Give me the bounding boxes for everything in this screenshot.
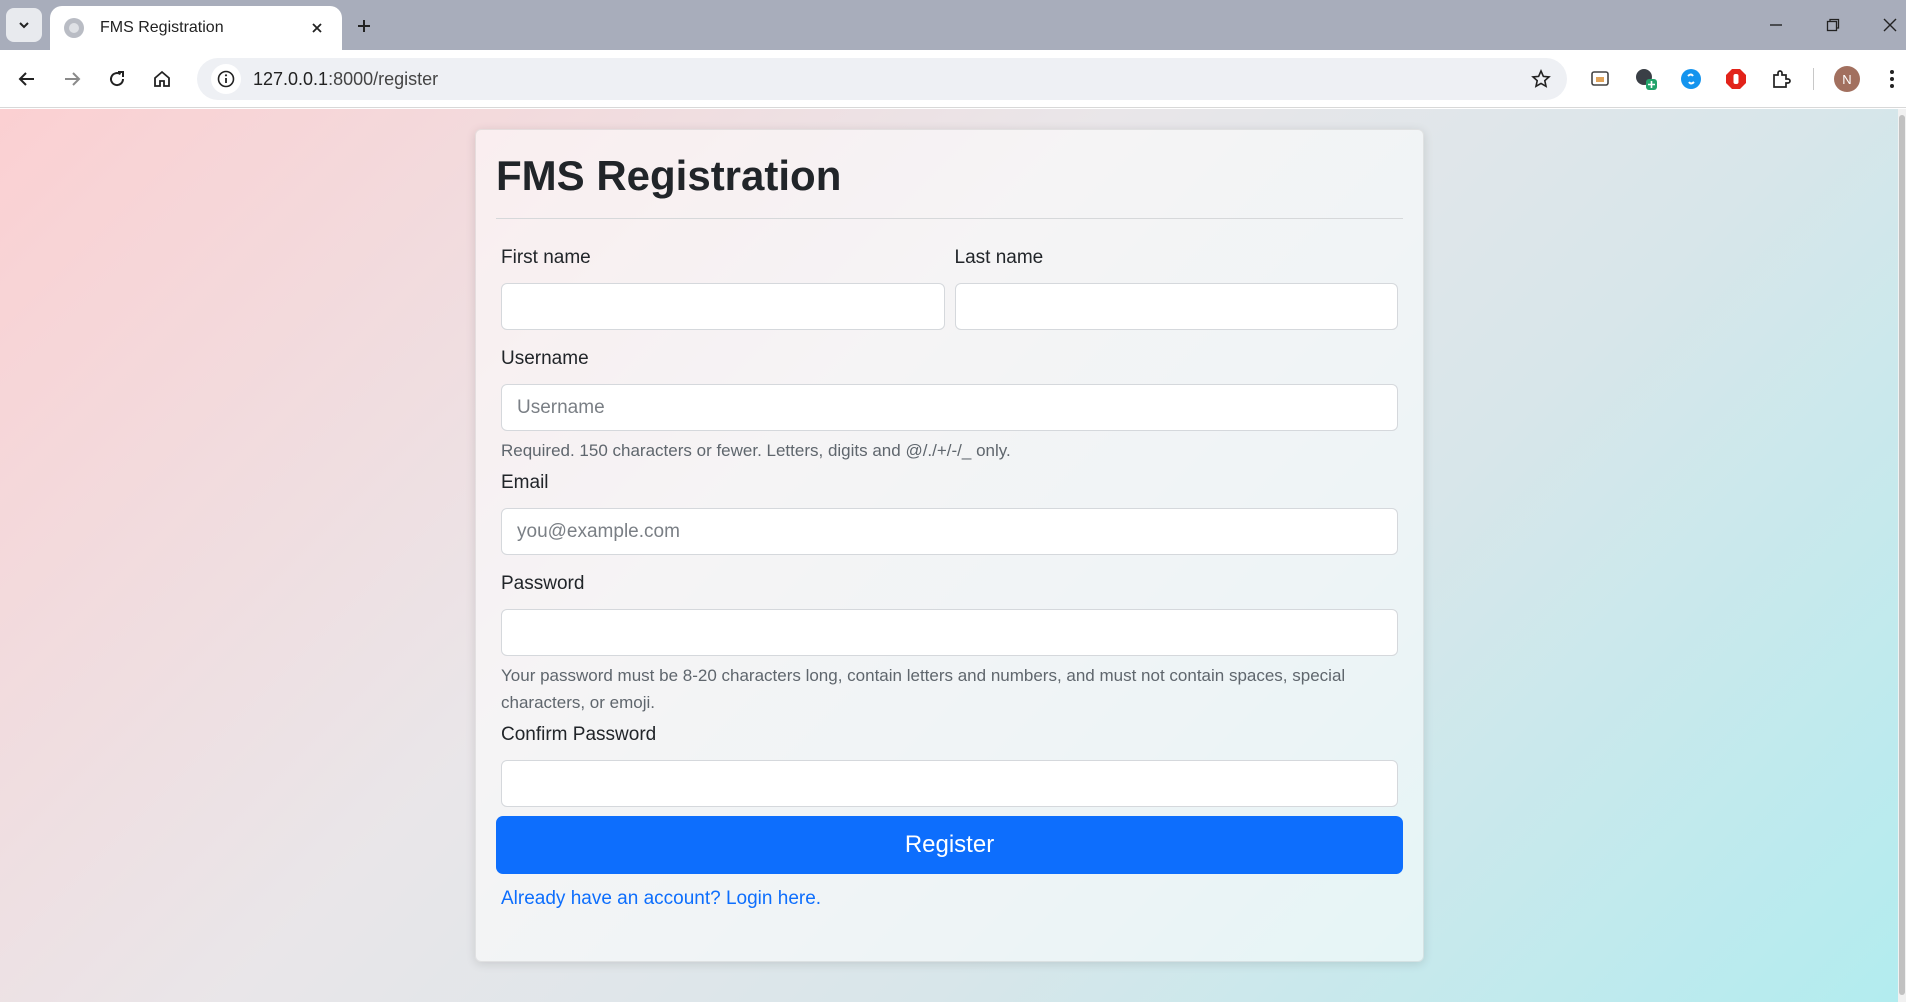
adblock-extension[interactable] — [1720, 63, 1752, 95]
login-link[interactable]: Already have an account? Login here. — [501, 888, 821, 909]
home-button[interactable] — [145, 62, 179, 96]
cast-extension[interactable] — [1584, 63, 1616, 95]
last-name-label: Last name — [954, 247, 1044, 268]
more-vertical-icon — [1890, 70, 1894, 88]
first-name-input[interactable] — [501, 283, 945, 330]
tab-title: FMS Registration — [100, 19, 224, 36]
page-title: FMS Registration — [496, 152, 842, 199]
confirm-password-input[interactable] — [501, 760, 1398, 807]
browser-toolbar: 127.0.0.1:8000/register N — [0, 50, 1906, 108]
reload-icon — [110, 71, 125, 87]
restore-button[interactable] — [1815, 10, 1851, 40]
forward-button[interactable] — [55, 62, 89, 96]
page-background: FMS Registration First name Last name Us… — [0, 109, 1906, 1002]
extensions-button[interactable] — [1765, 63, 1797, 95]
avatar: N — [1834, 66, 1860, 92]
globe-plus-icon — [1636, 69, 1657, 90]
window-close-button[interactable] — [1872, 10, 1906, 40]
site-info-button[interactable] — [211, 64, 241, 94]
back-button[interactable] — [10, 62, 44, 96]
shazam-icon — [1681, 69, 1701, 89]
first-name-label: First name — [501, 247, 591, 268]
username-label: Username — [501, 348, 589, 369]
puzzle-icon — [1773, 70, 1791, 88]
confirm-password-label: Confirm Password — [501, 724, 657, 745]
browser-tab-bar: FMS Registration — [0, 0, 1906, 50]
plus-icon — [358, 20, 370, 32]
info-icon — [217, 70, 235, 88]
password-label: Password — [501, 573, 585, 594]
email-input[interactable] — [501, 508, 1398, 555]
chevron-down-icon — [19, 22, 29, 29]
restore-icon — [1826, 18, 1840, 32]
profile-button[interactable]: N — [1831, 63, 1863, 95]
address-bar[interactable]: 127.0.0.1:8000/register — [197, 58, 1567, 100]
email-label: Email — [501, 472, 549, 493]
username-help-text: Required. 150 characters or fewer. Lette… — [501, 441, 1011, 460]
toolbar-separator — [1813, 68, 1814, 90]
stop-hand-icon — [1726, 69, 1746, 89]
browser-tab[interactable]: FMS Registration — [50, 6, 342, 50]
close-icon — [312, 23, 322, 33]
new-tab-button[interactable] — [350, 12, 378, 40]
home-icon — [154, 70, 170, 87]
network-extension[interactable] — [1630, 63, 1662, 95]
shazam-extension[interactable] — [1675, 63, 1707, 95]
last-name-input[interactable] — [954, 283, 1398, 330]
globe-icon — [64, 18, 84, 38]
url-host: 127.0.0.1 — [253, 68, 329, 89]
star-icon[interactable] — [1531, 69, 1551, 89]
url-text[interactable]: 127.0.0.1:8000/register — [253, 69, 1531, 90]
page-scrollbar[interactable] — [1898, 109, 1906, 1002]
registration-form: First name Last name Username Required. … — [496, 247, 1403, 910]
minimize-icon — [1770, 24, 1782, 26]
tab-search-button[interactable] — [6, 8, 42, 42]
browser-menu-button[interactable] — [1876, 63, 1906, 95]
password-help-text: Your password must be 8-20 characters lo… — [501, 666, 1346, 712]
registration-card: FMS Registration First name Last name Us… — [475, 129, 1424, 962]
arrow-right-icon — [65, 72, 81, 86]
reload-button[interactable] — [100, 62, 134, 96]
password-input[interactable] — [501, 609, 1398, 656]
minimize-button[interactable] — [1758, 10, 1794, 40]
arrow-left-icon — [18, 72, 34, 86]
cast-icon — [1591, 71, 1609, 86]
tab-close-button[interactable] — [306, 17, 328, 39]
close-icon — [1883, 18, 1897, 32]
register-button[interactable]: Register — [496, 816, 1403, 874]
url-path: :8000/register — [328, 68, 439, 89]
username-input[interactable] — [501, 384, 1398, 431]
scrollbar-thumb[interactable] — [1899, 115, 1905, 995]
title-divider — [496, 218, 1403, 219]
